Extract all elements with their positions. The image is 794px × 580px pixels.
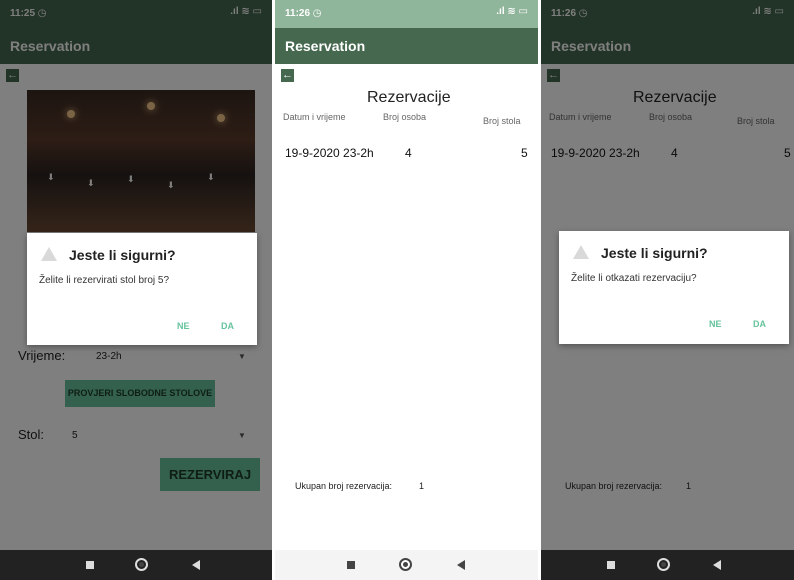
circle-icon[interactable] bbox=[135, 558, 148, 571]
warning-icon bbox=[573, 245, 589, 259]
dialog-no-button[interactable]: NE bbox=[709, 319, 722, 329]
dialog-message: Želite li rezervirati stol broj 5? bbox=[39, 275, 170, 286]
dialog-no-button[interactable]: NE bbox=[177, 321, 190, 331]
dialog-message: Želite li otkazati rezervaciju? bbox=[571, 273, 697, 284]
triangle-back-icon[interactable] bbox=[457, 560, 465, 570]
phone-screen-reserve: 11:25 ◷ .ıl ≋ ▭ Reservation ← ⬇ ⬇ ⬇ ⬇ ⬇ … bbox=[0, 0, 272, 580]
app-bar: Reservation bbox=[275, 28, 538, 64]
phone-screen-reservations: 11:26 ◷ .ıl ≋ ▭ Reservation ← Rezervacij… bbox=[275, 0, 538, 580]
triangle-back-icon[interactable] bbox=[713, 560, 721, 570]
total-label: Ukupan broj rezervacija: bbox=[295, 481, 393, 491]
reservation-persons[interactable]: 4 bbox=[405, 146, 412, 160]
column-header-table: Broj stola bbox=[483, 116, 521, 126]
square-icon[interactable] bbox=[347, 561, 355, 569]
confirm-dialog: Jeste li sigurni? Želite li rezervirati … bbox=[27, 233, 257, 345]
status-icons: .ıl ≋ ▭ bbox=[496, 6, 528, 17]
app-title: Reservation bbox=[285, 38, 366, 54]
status-time: 11:26 ◷ bbox=[285, 8, 322, 19]
circle-icon[interactable] bbox=[657, 558, 670, 571]
system-nav-bar bbox=[541, 550, 794, 580]
reservation-date[interactable]: 19-9-2020 23-2h bbox=[285, 146, 374, 160]
system-nav-bar bbox=[275, 550, 538, 580]
column-header-date: Datum i vrijeme bbox=[283, 112, 346, 122]
status-bar: 11:26 ◷ .ıl ≋ ▭ bbox=[275, 0, 538, 28]
dialog-yes-button[interactable]: DA bbox=[221, 321, 234, 331]
warning-icon bbox=[41, 247, 57, 261]
total-value: 1 bbox=[419, 481, 425, 491]
circle-icon[interactable] bbox=[399, 558, 412, 571]
page-title: Rezervacije bbox=[367, 89, 451, 106]
square-icon[interactable] bbox=[86, 561, 94, 569]
confirm-dialog: Jeste li sigurni? Želite li otkazati rez… bbox=[559, 231, 789, 344]
phone-screen-cancel: 11:26 ◷ .ıl ≋ ▭ Reservation ← Rezervacij… bbox=[541, 0, 794, 580]
reservation-table[interactable]: 5 bbox=[521, 146, 528, 160]
square-icon[interactable] bbox=[607, 561, 615, 569]
dialog-title: Jeste li sigurni? bbox=[69, 247, 176, 263]
dialog-title: Jeste li sigurni? bbox=[601, 245, 708, 261]
system-nav-bar bbox=[0, 550, 272, 580]
dialog-yes-button[interactable]: DA bbox=[753, 319, 766, 329]
triangle-back-icon[interactable] bbox=[192, 560, 200, 570]
column-header-persons: Broj osoba bbox=[383, 112, 427, 122]
arrow-left-icon[interactable]: ← bbox=[281, 69, 294, 82]
